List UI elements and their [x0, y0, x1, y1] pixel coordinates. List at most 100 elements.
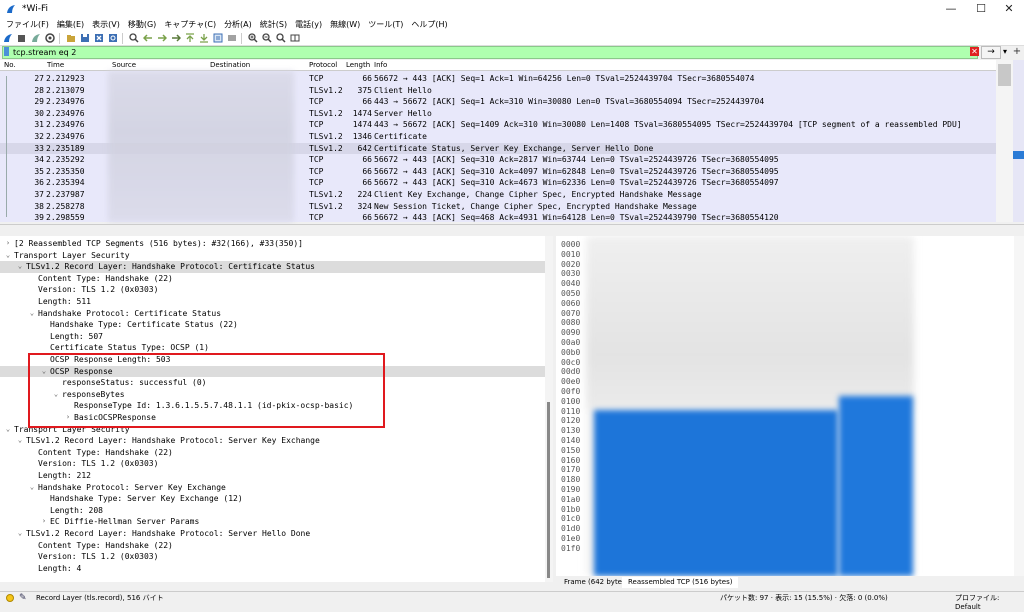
menu-wireless[interactable]: 無線(W)	[326, 19, 364, 30]
menu-file[interactable]: ファイル(F)	[2, 19, 53, 30]
tree-item[interactable]: Handshake Type: Server Key Exchange (12)	[0, 493, 545, 505]
chevron-down-icon[interactable]: ⌄	[28, 482, 36, 494]
cell-info: 56672 → 443 [ACK] Seq=468 Ack=4931 Win=6…	[374, 213, 779, 222]
toolbar-separator	[59, 32, 60, 44]
tree-item[interactable]: Version: TLS 1.2 (0x0303)	[0, 551, 545, 563]
go-forward-icon[interactable]	[156, 33, 167, 44]
menu-help[interactable]: ヘルプ(H)	[407, 19, 451, 30]
minimize-icon[interactable]: —	[936, 0, 966, 17]
chevron-right-icon[interactable]: ›	[4, 238, 12, 250]
chevron-down-icon[interactable]: ▾	[1001, 46, 1009, 57]
resize-columns-icon[interactable]	[289, 33, 300, 44]
open-file-icon[interactable]	[65, 33, 76, 44]
tree-item[interactable]: ⌄ TLSv1.2 Record Layer: Handshake Protoco…	[0, 261, 545, 273]
maximize-icon[interactable]: ☐	[966, 0, 996, 17]
packet-bytes-pane[interactable]: 0000 0010 0020 0030 0040 0050 0060 0070 0080 0090…	[556, 236, 1024, 576]
chevron-down-icon[interactable]: ⌄	[16, 261, 24, 273]
cell-proto: TCP	[309, 120, 324, 130]
tree-item[interactable]: ⌄ Handshake Protocol: Server Key Exchange	[0, 482, 545, 494]
scrollbar-thumb[interactable]	[547, 402, 550, 578]
tree-item[interactable]: Length: 507	[0, 331, 545, 343]
display-filter-input[interactable]: tcp.stream eq 2	[2, 46, 978, 59]
go-back-icon[interactable]	[142, 33, 153, 44]
column-header-destination[interactable]: Destination	[210, 61, 250, 69]
start-capture-icon[interactable]	[2, 33, 13, 44]
reload-file-icon[interactable]	[107, 33, 118, 44]
tree-item[interactable]: ⌄ TLSv1.2 Record Layer: Handshake Protoco…	[0, 435, 545, 447]
cell-len: 66	[362, 74, 372, 83]
column-header-info[interactable]: Info	[374, 61, 387, 69]
chevron-down-icon[interactable]: ⌄	[16, 528, 24, 540]
pane-splitter[interactable]	[0, 224, 1024, 235]
details-scrollbar[interactable]	[545, 236, 553, 582]
column-header-source[interactable]: Source	[112, 61, 136, 69]
tree-item-label: Handshake Protocol: Server Key Exchange	[38, 482, 226, 492]
colorize-icon[interactable]	[226, 33, 237, 44]
packet-minimap[interactable]	[1013, 60, 1024, 222]
cell-no: 34	[34, 155, 44, 165]
expert-info-icon[interactable]	[6, 594, 14, 602]
tree-item[interactable]: ⌄ Handshake Protocol: Certificate Status	[0, 308, 545, 320]
menu-tools[interactable]: ツール(T)	[364, 19, 407, 30]
column-header-length[interactable]: Length	[346, 61, 370, 69]
cell-proto: TLSv1.2	[309, 132, 343, 141]
chevron-down-icon[interactable]: ⌄	[4, 424, 12, 436]
edit-comment-icon[interactable]: ✎	[19, 594, 27, 603]
save-file-icon[interactable]	[79, 33, 90, 44]
zoom-in-icon[interactable]	[247, 33, 258, 44]
tree-item[interactable]: Version: TLS 1.2 (0x0303)	[0, 284, 545, 296]
menu-view[interactable]: 表示(V)	[88, 19, 124, 30]
cell-len: 642	[357, 143, 372, 153]
tree-item[interactable]: Length: 4	[0, 563, 545, 575]
apply-filter-button[interactable]: →	[981, 46, 1001, 59]
tree-item[interactable]: › EC Diffie-Hellman Server Params	[0, 516, 545, 528]
tree-item[interactable]: Length: 208	[0, 505, 545, 517]
clear-filter-icon[interactable]: ✕	[970, 47, 979, 56]
tab-reassembled-tcp[interactable]: Reassembled TCP (516 bytes)	[622, 577, 739, 588]
tree-item[interactable]: Length: 212	[0, 470, 545, 482]
tree-item[interactable]: ⌄ TLSv1.2 Record Layer: Handshake Protoco…	[0, 528, 545, 540]
tree-item[interactable]: Content Type: Handshake (22)	[0, 447, 545, 459]
chevron-right-icon[interactable]: ›	[40, 516, 48, 528]
status-profile[interactable]: プロファイル: Default	[955, 594, 1024, 612]
cell-time: 2.235350	[46, 166, 85, 176]
add-filter-button[interactable]: +	[1012, 46, 1022, 57]
chevron-down-icon[interactable]: ⌄	[4, 250, 12, 262]
zoom-out-icon[interactable]	[261, 33, 272, 44]
tree-item[interactable]: Length: 511	[0, 296, 545, 308]
packet-list-scrollbar[interactable]	[996, 60, 1024, 222]
tree-item-label: Length: 511	[38, 297, 91, 306]
bookmark-icon[interactable]	[4, 47, 9, 56]
autoscroll-icon[interactable]	[212, 33, 223, 44]
stop-capture-icon[interactable]	[16, 33, 27, 44]
go-to-packet-icon[interactable]	[170, 33, 181, 44]
cell-no: 29	[34, 97, 44, 107]
tree-item[interactable]: ⌄ Transport Layer Security	[0, 250, 545, 262]
chevron-down-icon[interactable]: ⌄	[16, 435, 24, 447]
tree-item[interactable]: Content Type: Handshake (22)	[0, 540, 545, 552]
menu-analyze[interactable]: 分析(A)	[220, 19, 256, 30]
go-first-icon[interactable]	[184, 33, 195, 44]
restart-capture-icon[interactable]	[30, 33, 41, 44]
tree-item[interactable]: Content Type: Handshake (22)	[0, 273, 545, 285]
zoom-reset-icon[interactable]	[275, 33, 286, 44]
tree-item[interactable]: › [2 Reassembled TCP Segments (516 bytes)…	[0, 238, 545, 250]
chevron-down-icon[interactable]: ⌄	[28, 308, 36, 320]
menu-edit[interactable]: 編集(E)	[53, 19, 88, 30]
column-header-no[interactable]: No.	[4, 61, 16, 69]
find-packet-icon[interactable]	[128, 33, 139, 44]
tree-item[interactable]: Handshake Type: Certificate Status (22)	[0, 319, 545, 331]
menu-telephony[interactable]: 電話(y)	[291, 19, 326, 30]
menu-go[interactable]: 移動(G)	[124, 19, 160, 30]
go-last-icon[interactable]	[198, 33, 209, 44]
menu-capture[interactable]: キャプチャ(C)	[160, 19, 220, 30]
tree-item[interactable]: Version: TLS 1.2 (0x0303)	[0, 458, 545, 470]
column-header-time[interactable]: Time	[47, 61, 64, 69]
close-icon[interactable]: ✕	[994, 0, 1024, 17]
capture-options-icon[interactable]	[44, 33, 55, 44]
close-file-icon[interactable]	[93, 33, 104, 44]
scrollbar-thumb[interactable]	[998, 64, 1011, 86]
menu-statistics[interactable]: 統計(S)	[256, 19, 291, 30]
bytes-scrollbar[interactable]	[1014, 236, 1024, 576]
column-header-protocol[interactable]: Protocol	[309, 61, 337, 69]
